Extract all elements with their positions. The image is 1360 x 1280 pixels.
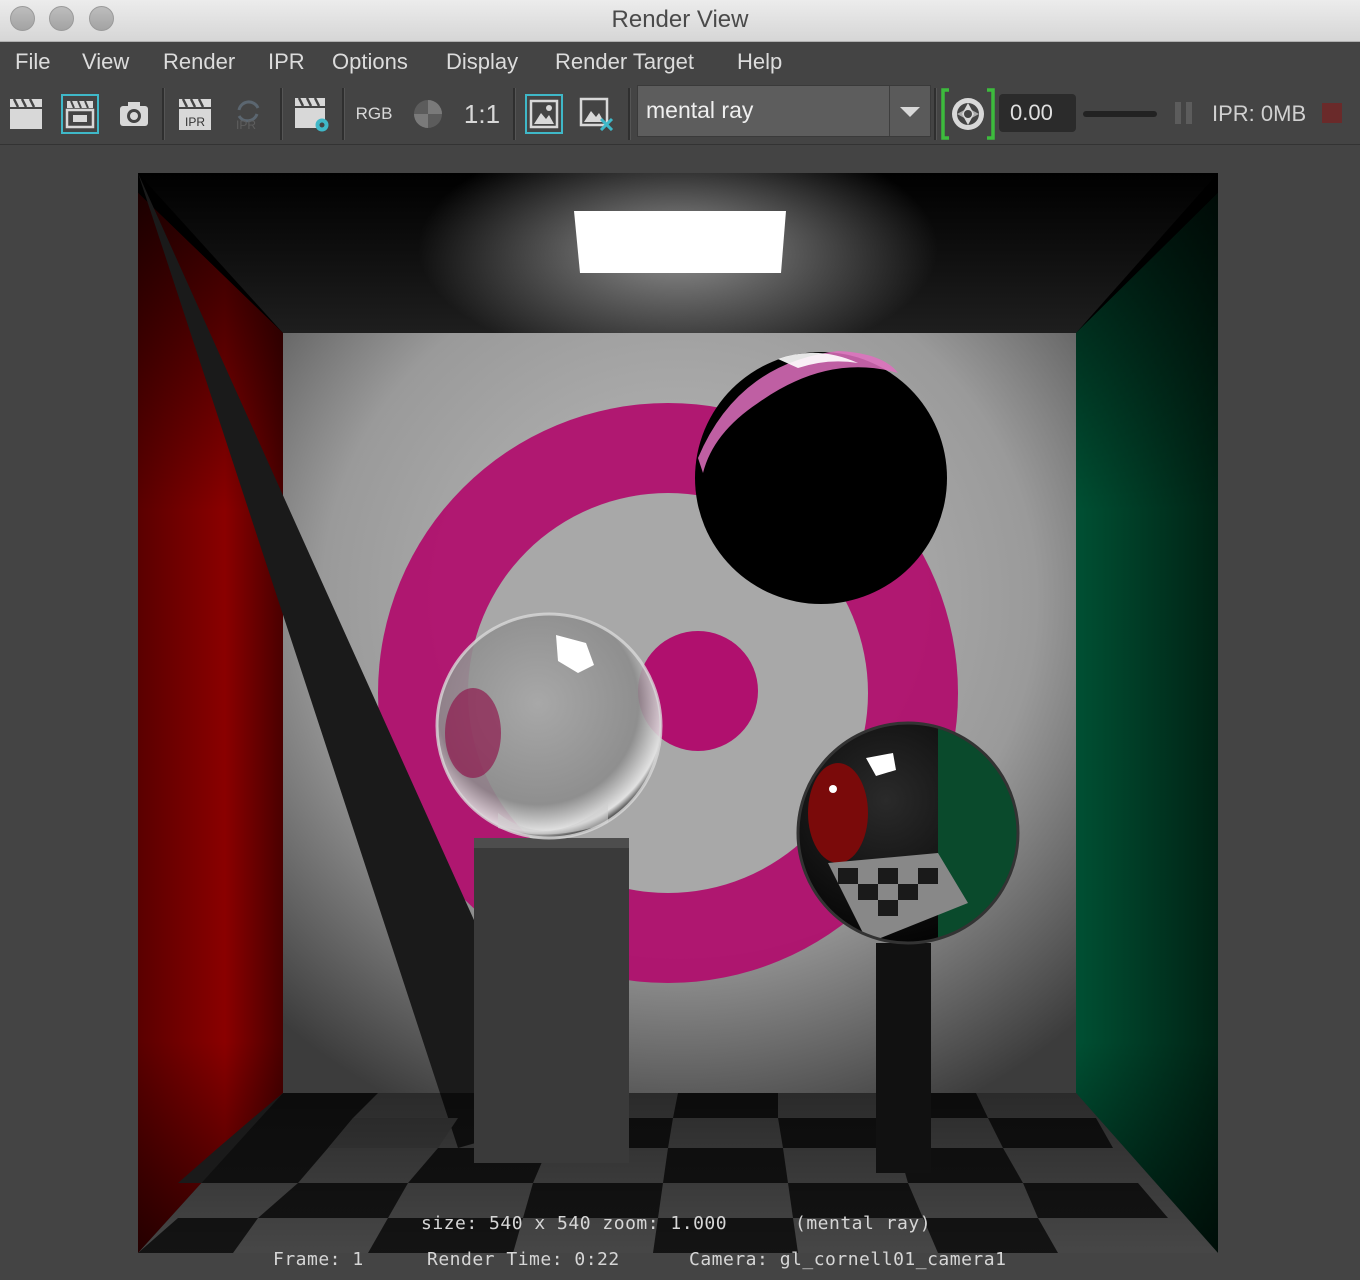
keep-image-icon (529, 99, 559, 129)
menu-ipr[interactable]: IPR (268, 49, 305, 75)
render-settings-icon (295, 97, 329, 132)
refresh-ipr-button[interactable]: IPR (230, 92, 266, 136)
exposure-slider[interactable] (1083, 111, 1157, 117)
menu-display[interactable]: Display (446, 49, 518, 75)
renderer-info: (mental ray) (795, 1213, 932, 1234)
pause-icon-bar-right (1186, 102, 1192, 124)
alpha-channel-icon (414, 100, 442, 128)
window-title: Render View (611, 6, 749, 33)
stop-render-button[interactable] (1322, 103, 1342, 123)
snapshot-button[interactable] (117, 92, 151, 136)
camera-info: Camera: gl_cornell01_camera1 (689, 1249, 1007, 1270)
ipr-clapboard-icon: IPR (179, 98, 211, 130)
keep-image-button[interactable] (525, 94, 563, 134)
ipr-icon-label: IPR (185, 115, 205, 129)
toolbar-separator (513, 88, 516, 140)
menu-render[interactable]: Render (163, 49, 235, 75)
render-time-info: Render Time: 0:22 (427, 1249, 620, 1270)
renderer-dropdown[interactable]: mental ray (637, 85, 931, 137)
clapboard-icon (10, 98, 42, 129)
remove-image-button[interactable] (578, 92, 616, 136)
exposure-value: 0.00 (1010, 100, 1053, 125)
toolbar-separator (934, 88, 937, 140)
exposure-field[interactable]: 0.00 (999, 94, 1076, 132)
render-size-info: size: 540 x 540 zoom: 1.000 (421, 1213, 728, 1234)
ratio-label: 1:1 (463, 98, 501, 129)
renderer-value: mental ray (646, 97, 754, 123)
pause-icon-bar-left (1175, 102, 1181, 124)
menu-render-target[interactable]: Render Target (555, 49, 694, 75)
rgb-label: RGB (355, 104, 393, 123)
aperture-icon (941, 88, 995, 140)
dropdown-arrow[interactable] (889, 86, 930, 136)
toolbar-separator (628, 88, 631, 140)
render-settings-button[interactable] (293, 92, 331, 136)
ipr-disabled-label: IPR (236, 118, 256, 132)
menu-bar: File View Render IPR Options Display Ren… (0, 42, 1360, 84)
refresh-ipr-icon: IPR (236, 100, 260, 132)
menu-help[interactable]: Help (737, 49, 782, 75)
ipr-memory-label: IPR: 0MB (1212, 101, 1307, 126)
toolbar-separator (280, 88, 283, 140)
render-region-button[interactable] (61, 94, 99, 134)
title-bar: Render View (0, 0, 1360, 42)
real-size-button[interactable]: 1:1 (460, 92, 504, 136)
menu-file[interactable]: File (15, 49, 50, 75)
remove-image-icon (579, 97, 614, 131)
exposure-toggle-button[interactable] (941, 88, 995, 140)
toolbar-separator (162, 88, 165, 140)
cornell-box-render (138, 173, 1218, 1253)
menu-view[interactable]: View (82, 49, 129, 75)
toolbar-separator (342, 88, 345, 140)
ipr-render-button[interactable]: IPR (176, 92, 214, 136)
display-channel-button[interactable]: RGB (355, 92, 393, 136)
redo-render-button[interactable] (8, 92, 44, 136)
frame-info: Frame: 1 (273, 1249, 364, 1270)
menu-options[interactable]: Options (332, 49, 408, 75)
display-alpha-button[interactable] (410, 92, 446, 136)
rendered-image[interactable] (138, 173, 1218, 1253)
chevron-down-icon (900, 107, 920, 117)
camera-icon (120, 102, 148, 126)
render-region-icon (65, 100, 95, 129)
